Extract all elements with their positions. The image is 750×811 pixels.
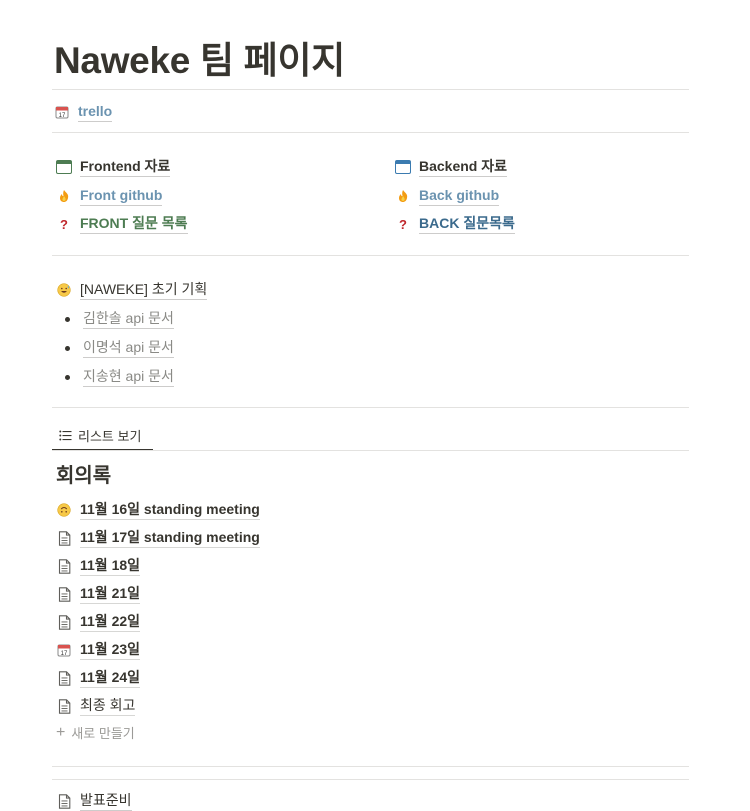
meeting-row[interactable]: 17 11월 23일 (56, 640, 141, 660)
page-icon (56, 530, 72, 546)
page-icon (56, 793, 72, 809)
divider (52, 450, 689, 451)
back-github-label[interactable]: Back github (419, 186, 500, 206)
front-questions-label[interactable]: FRONT 질문 목록 (80, 214, 188, 234)
meeting-row[interactable]: 11월 18일 (56, 556, 141, 576)
new-page-button[interactable]: + 새로 만들기 (56, 723, 135, 742)
front-github-label[interactable]: Front github (80, 186, 163, 206)
page-icon (56, 614, 72, 630)
fire-icon (395, 188, 411, 204)
grinning-sweat-icon (56, 282, 72, 298)
planning-link[interactable]: [NAWEKE] 초기 기획 (56, 280, 208, 300)
upside-down-face-icon (56, 502, 72, 518)
bullet-dot (65, 345, 70, 351)
bullet-dot (65, 374, 70, 380)
calendar-icon: 17 (54, 104, 70, 120)
svg-text:17: 17 (61, 651, 68, 657)
tab-list-view-label: 리스트 보기 (78, 429, 142, 444)
page-title: Naweke 팀 페이지 (54, 40, 345, 81)
page-icon (56, 586, 72, 602)
backend-resources-link[interactable]: Backend 자료 (395, 157, 508, 177)
list-icon (59, 430, 72, 441)
trello-label[interactable]: trello (78, 102, 113, 122)
divider (52, 89, 689, 90)
divider (52, 132, 689, 133)
meeting-row[interactable]: 11월 21일 (56, 584, 141, 604)
trello-link[interactable]: 17 trello (54, 102, 113, 122)
front-github-link[interactable]: Front github (56, 186, 163, 206)
meeting-row-label[interactable]: 11월 22일 (80, 612, 141, 632)
frontend-resources-label[interactable]: Frontend 자료 (80, 157, 171, 177)
list-item[interactable]: 김한솔 api 문서 (56, 309, 174, 329)
frontend-resources-link[interactable]: Frontend 자료 (56, 157, 171, 177)
back-github-link[interactable]: Back github (395, 186, 500, 206)
plus-icon: + (56, 723, 66, 741)
planning-label[interactable]: [NAWEKE] 초기 기획 (80, 280, 208, 300)
front-questions-link[interactable]: ? FRONT 질문 목록 (56, 214, 188, 234)
meeting-row-label[interactable]: 11월 24일 (80, 668, 141, 688)
list-item[interactable]: 이명석 api 문서 (56, 338, 174, 358)
question-icon: ? (399, 216, 407, 232)
page-icon (56, 558, 72, 574)
meeting-row[interactable]: 11월 16일 standing meeting (56, 500, 260, 520)
divider (52, 766, 689, 767)
window-icon (56, 159, 72, 175)
tab-list-view[interactable]: 리스트 보기 (52, 422, 153, 451)
list-item[interactable]: 지송현 api 문서 (56, 367, 174, 387)
meeting-row[interactable]: 최종 회고 (56, 696, 136, 716)
meeting-row-label[interactable]: 11월 16일 standing meeting (80, 500, 260, 520)
bullet-dot (65, 316, 70, 322)
meeting-row-label[interactable]: 11월 18일 (80, 556, 141, 576)
presentation-prep-link[interactable]: 발표준비 (56, 791, 132, 811)
page-icon (56, 698, 72, 714)
page-icon (56, 670, 72, 686)
window-icon (395, 159, 411, 175)
meeting-row[interactable]: 11월 22일 (56, 612, 141, 632)
fire-icon (56, 188, 72, 204)
meeting-row-label[interactable]: 11월 17일 standing meeting (80, 528, 260, 548)
database-title: 회의록 (56, 465, 112, 487)
new-page-label: 새로 만들기 (71, 726, 135, 741)
api-doc-link[interactable]: 김한솔 api 문서 (83, 309, 174, 329)
svg-text:17: 17 (59, 113, 66, 119)
presentation-prep-label[interactable]: 발표준비 (80, 791, 132, 811)
api-doc-link[interactable]: 지송현 api 문서 (83, 367, 174, 387)
calendar-icon: 17 (56, 642, 72, 658)
divider (52, 779, 689, 780)
back-questions-link[interactable]: ? BACK 질문목록 (395, 214, 515, 234)
meeting-row-label[interactable]: 11월 23일 (80, 640, 141, 660)
divider (52, 255, 689, 256)
meeting-row[interactable]: 11월 24일 (56, 668, 141, 688)
api-doc-link[interactable]: 이명석 api 문서 (83, 338, 174, 358)
meeting-row-label[interactable]: 최종 회고 (80, 696, 136, 716)
question-icon: ? (60, 216, 68, 232)
back-questions-label[interactable]: BACK 질문목록 (419, 214, 515, 234)
divider (52, 407, 689, 408)
meeting-row-label[interactable]: 11월 21일 (80, 584, 141, 604)
meeting-row[interactable]: 11월 17일 standing meeting (56, 528, 260, 548)
backend-resources-label[interactable]: Backend 자료 (419, 157, 508, 177)
